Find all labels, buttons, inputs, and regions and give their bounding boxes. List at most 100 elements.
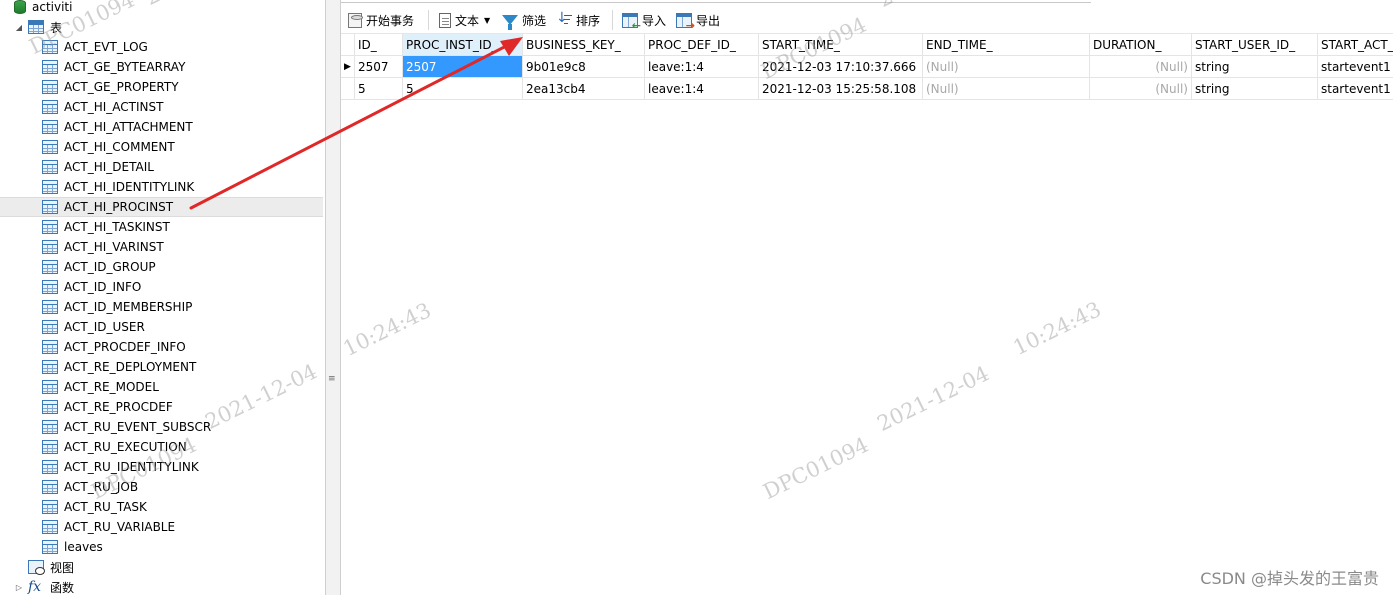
tree-table-item[interactable]: ACT_HI_COMMENT bbox=[42, 137, 175, 157]
tree-table-item[interactable]: ACT_HI_VARINST bbox=[42, 237, 164, 257]
tree-table-item[interactable]: ACT_ID_USER bbox=[42, 317, 145, 337]
tree-table-item[interactable]: ACT_RU_JOB bbox=[42, 477, 138, 497]
tree-table-item[interactable]: ACT_RU_IDENTITYLINK bbox=[42, 457, 199, 477]
table-icon bbox=[42, 500, 58, 514]
column-header[interactable]: END_TIME_ bbox=[923, 34, 1090, 56]
table-cell[interactable]: 2021-12-03 15:25:58.108 bbox=[759, 78, 923, 100]
watermark-time: 10:24:43 bbox=[1009, 297, 1105, 360]
tree-table-label: ACT_ID_USER bbox=[64, 320, 145, 334]
tree-group-functions[interactable]: fx 函数 bbox=[28, 577, 74, 595]
table-cell[interactable]: 2507 bbox=[403, 56, 523, 78]
tree-table-item[interactable]: ACT_HI_DETAIL bbox=[42, 157, 154, 177]
table-cell[interactable]: (Null) bbox=[923, 56, 1090, 78]
table-row[interactable]: ▶ 2507 2507 9b01e9c8 leave:1:4 2021-12-03 17:… bbox=[341, 56, 1393, 78]
expand-arrow-icon[interactable]: ▷ bbox=[14, 582, 24, 592]
tree-table-item[interactable]: ACT_HI_IDENTITYLINK bbox=[42, 177, 194, 197]
current-row-marker-icon[interactable]: ▶ bbox=[341, 56, 355, 78]
tree-table-label: ACT_HI_COMMENT bbox=[64, 140, 175, 154]
tree-db-activiti[interactable]: activiti bbox=[14, 0, 72, 17]
column-header[interactable]: ID_ bbox=[355, 34, 403, 56]
import-icon bbox=[622, 12, 641, 32]
tree-table-item[interactable]: ACT_GE_BYTEARRAY bbox=[42, 57, 185, 77]
tree-table-label: ACT_HI_ATTACHMENT bbox=[64, 120, 193, 134]
table-icon bbox=[42, 480, 58, 494]
sort-icon bbox=[556, 10, 572, 28]
credit-text: CSDN @掉头发的王富贵 bbox=[1200, 569, 1379, 588]
text-view-label: 文本 bbox=[455, 13, 480, 28]
tree-table-item[interactable]: ACT_RU_EVENT_SUBSCR bbox=[42, 417, 211, 437]
table-icon bbox=[42, 440, 58, 454]
import-button[interactable]: 导入 bbox=[622, 10, 667, 32]
table-cell[interactable]: startevent1 bbox=[1318, 56, 1393, 78]
table-icon bbox=[42, 140, 58, 154]
tree-table-label: ACT_GE_BYTEARRAY bbox=[64, 60, 186, 74]
begin-transaction-button[interactable]: 开始事务 bbox=[348, 10, 414, 30]
table-icon bbox=[42, 120, 58, 134]
object-tree: activiti ◢ 表 ACT_EVT_LOG ACT_GE_BYTEARRAY… bbox=[0, 0, 325, 595]
table-row[interactable]: 5 5 2ea13cb4 leave:1:4 2021-12-03 15:25:58.1… bbox=[341, 78, 1393, 100]
begin-transaction-label: 开始事务 bbox=[366, 13, 415, 28]
column-header[interactable]: START_ACT_ bbox=[1318, 34, 1393, 56]
export-button[interactable]: 导出 bbox=[676, 10, 720, 32]
tree-table-item[interactable]: ACT_RU_EXECUTION bbox=[42, 437, 187, 457]
table-cell[interactable]: string bbox=[1192, 56, 1318, 78]
collapse-arrow-icon[interactable]: ◢ bbox=[14, 22, 24, 32]
column-header[interactable]: BUSINESS_KEY_ bbox=[523, 34, 645, 56]
tree-table-item[interactable]: leaves bbox=[42, 537, 103, 557]
tree-table-item[interactable]: ACT_ID_GROUP bbox=[42, 257, 156, 277]
table-cell[interactable]: 2507 bbox=[355, 56, 403, 78]
toolbar-separator bbox=[612, 10, 613, 30]
table-icon bbox=[42, 520, 58, 534]
table-cell[interactable]: (Null) bbox=[1090, 56, 1192, 78]
tree-table-item[interactable]: ACT_RE_PROCDEF bbox=[42, 397, 173, 417]
column-header[interactable]: DURATION_ bbox=[1090, 34, 1192, 56]
tree-table-item[interactable]: ACT_RE_DEPLOYMENT bbox=[42, 357, 196, 377]
column-header[interactable]: START_USER_ID_ bbox=[1192, 34, 1318, 56]
table-cell[interactable]: 5 bbox=[355, 78, 403, 100]
table-cell[interactable]: string bbox=[1192, 78, 1318, 100]
grid-header-row: ID_ PROC_INST_ID_ BUSINESS_KEY_ PROC_DEF_ID… bbox=[341, 34, 1393, 56]
table-icon bbox=[42, 260, 58, 274]
column-header[interactable]: START_TIME_ bbox=[759, 34, 923, 56]
tree-table-label: ACT_HI_DETAIL bbox=[64, 160, 154, 174]
sort-button[interactable]: 排序 bbox=[556, 10, 600, 30]
tree-table-item[interactable]: ACT_GE_PROPERTY bbox=[42, 77, 179, 97]
tree-group-views[interactable]: 视图 bbox=[28, 557, 74, 577]
tree-table-item[interactable]: ACT_RU_VARIABLE bbox=[42, 517, 175, 537]
tree-table-item[interactable]: ACT_HI_ATTACHMENT bbox=[42, 117, 193, 137]
tree-table-item[interactable]: ACT_HI_PROCINST bbox=[0, 197, 323, 217]
tree-table-item[interactable]: ACT_HI_TASKINST bbox=[42, 217, 170, 237]
watermark-id: DPC01094 bbox=[759, 432, 873, 504]
table-cell[interactable]: 5 bbox=[403, 78, 523, 100]
tree-table-item[interactable]: ACT_ID_INFO bbox=[42, 277, 141, 297]
table-cell[interactable]: 2021-12-03 17:10:37.666 bbox=[759, 56, 923, 78]
pane-splitter[interactable] bbox=[325, 0, 341, 595]
tree-table-item[interactable]: ACT_PROCDEF_INFO bbox=[42, 337, 186, 357]
tree-table-item[interactable]: ACT_EVT_LOG bbox=[42, 37, 148, 57]
text-view-button[interactable]: 文本 ▼ bbox=[439, 10, 490, 30]
column-header[interactable]: PROC_DEF_ID_ bbox=[645, 34, 759, 56]
column-header[interactable]: PROC_INST_ID_ bbox=[403, 34, 523, 56]
tree-table-item[interactable]: ACT_ID_MEMBERSHIP bbox=[42, 297, 192, 317]
tree-table-label: ACT_RU_TASK bbox=[64, 500, 147, 514]
tree-group-tables-label: 表 bbox=[50, 20, 63, 35]
table-cell[interactable]: (Null) bbox=[1090, 78, 1192, 100]
table-cell[interactable]: leave:1:4 bbox=[645, 78, 759, 100]
filter-button[interactable]: 筛选 bbox=[502, 10, 546, 30]
header-corner bbox=[341, 34, 355, 56]
table-cell[interactable]: 2ea13cb4 bbox=[523, 78, 645, 100]
tree-table-item[interactable]: ACT_RU_TASK bbox=[42, 497, 147, 517]
table-icon bbox=[42, 100, 58, 114]
table-cell[interactable]: 9b01e9c8 bbox=[523, 56, 645, 78]
row-indicator[interactable] bbox=[341, 78, 355, 100]
import-label: 导入 bbox=[642, 13, 667, 28]
table-cell[interactable]: (Null) bbox=[923, 78, 1090, 100]
tree-table-item[interactable]: ACT_RE_MODEL bbox=[42, 377, 159, 397]
tree-group-tables[interactable]: 表 bbox=[28, 17, 62, 37]
table-cell[interactable]: startevent1 bbox=[1318, 78, 1393, 100]
tree-table-item[interactable]: ACT_HI_ACTINST bbox=[42, 97, 163, 117]
tree-table-label: ACT_HI_TASKINST bbox=[64, 220, 170, 234]
table-icon bbox=[42, 540, 58, 554]
chevron-down-icon[interactable]: ▼ bbox=[484, 16, 490, 25]
table-cell[interactable]: leave:1:4 bbox=[645, 56, 759, 78]
